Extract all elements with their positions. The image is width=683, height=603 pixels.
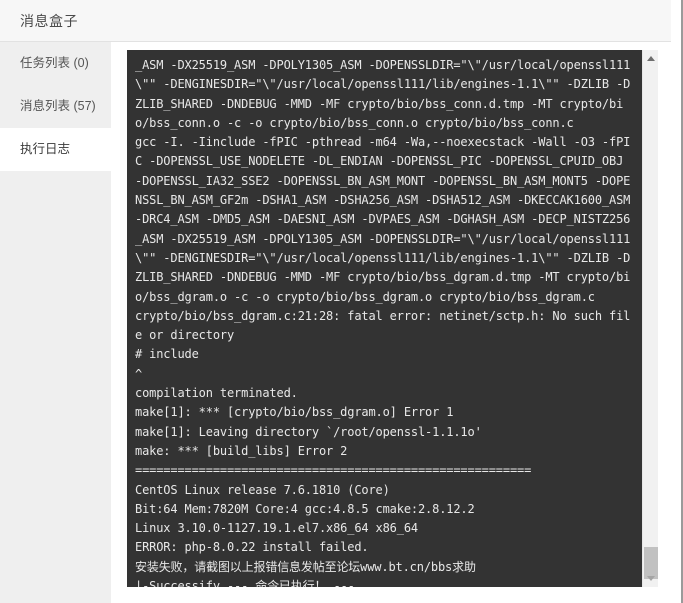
log-line: -DRC4_ASM -DMD5_ASM -DAESNI_ASM -DVPAES_… — [135, 212, 631, 227]
sidebar: 任务列表 (0) 消息列表 (57) 执行日志 — [0, 42, 111, 603]
log-line: Linux 3.10.0-1127.19.1.el7.x86_64 x86_64 — [135, 521, 418, 536]
log-scrollbar[interactable] — [642, 50, 658, 587]
sidebar-item-task-list[interactable]: 任务列表 (0) — [0, 42, 111, 85]
log-line: ^ — [135, 366, 143, 381]
log-line: _ASM -DX25519_ASM -DPOLY1305_ASM -DOPENS… — [135, 231, 631, 246]
log-line: crypto/bio/bss_dgram.c:21:28: fatal erro… — [135, 308, 631, 323]
log-line: CentOS Linux release 7.6.1810 (Core) — [135, 482, 390, 497]
log-line: # include — [135, 347, 199, 362]
log-line: ZLIB_SHARED -DNDEBUG -MMD -MF crypto/bio… — [135, 96, 624, 111]
log-line: 安装失败，请截图以上报错信息发帖至论坛www.bt.cn/bbs求助 — [135, 559, 476, 574]
log-line: Bit:64 Mem:7820M Core:4 gcc:4.8.5 cmake:… — [135, 501, 475, 516]
log-line: make[1]: Leaving directory `/root/openss… — [135, 424, 482, 439]
sidebar-item-message-list[interactable]: 消息列表 (57) — [0, 85, 111, 128]
log-line: ========================================… — [135, 463, 532, 478]
log-line: C -DOPENSSL_USE_NODELETE -DL_ENDIAN -DOP… — [135, 154, 624, 169]
log-line: gcc -I. -Iinclude -fPIC -pthread -m64 -W… — [135, 135, 631, 150]
log-line: o/bss_dgram.o -c -o crypto/bio/bss_dgram… — [135, 289, 595, 304]
log-line: e or directory — [135, 328, 235, 343]
log-line: make: *** [build_libs] Error 2 — [135, 443, 348, 458]
execution-log-panel: _ASM -DX25519_ASM -DPOLY1305_ASM -DOPENS… — [127, 50, 658, 587]
log-line: NSSL_BN_ASM_GF2m -DSHA1_ASM -DSHA256_ASM… — [135, 193, 631, 208]
log-line: o/bss_conn.o -c -o crypto/bio/bss_conn.o… — [135, 115, 574, 130]
window-header: 消息盒子 — [0, 0, 671, 42]
log-line: -DOPENSSL_IA32_SSE2 -DOPENSSL_BN_ASM_MON… — [135, 173, 631, 188]
log-line: \"" -DENGINESDIR="\"/usr/local/openssl11… — [135, 77, 631, 92]
triangle-down-icon — [647, 576, 655, 581]
log-line: compilation terminated. — [135, 386, 298, 401]
scroll-up-arrow-icon[interactable] — [643, 50, 658, 67]
page-title: 消息盒子 — [20, 13, 78, 29]
log-line: |-Successify --- 命令已执行！ --- — [135, 579, 355, 587]
sidebar-item-execution-log[interactable]: 执行日志 — [0, 128, 111, 171]
log-line: ERROR: php-8.0.22 install failed. — [135, 540, 369, 555]
log-output: _ASM -DX25519_ASM -DPOLY1305_ASM -DOPENS… — [127, 50, 642, 587]
message-box-window: 消息盒子 任务列表 (0) 消息列表 (57) 执行日志 _ASM -DX255… — [0, 0, 683, 603]
log-line: make[1]: *** [crypto/bio/bss_dgram.o] Er… — [135, 405, 454, 420]
log-line: ZLIB_SHARED -DNDEBUG -MMD -MF crypto/bio… — [135, 270, 631, 285]
log-line: _ASM -DX25519_ASM -DPOLY1305_ASM -DOPENS… — [135, 58, 631, 72]
log-line: \"" -DENGINESDIR="\"/usr/local/openssl11… — [135, 250, 631, 265]
triangle-up-icon — [647, 56, 655, 61]
scroll-down-arrow-icon[interactable] — [643, 570, 658, 587]
